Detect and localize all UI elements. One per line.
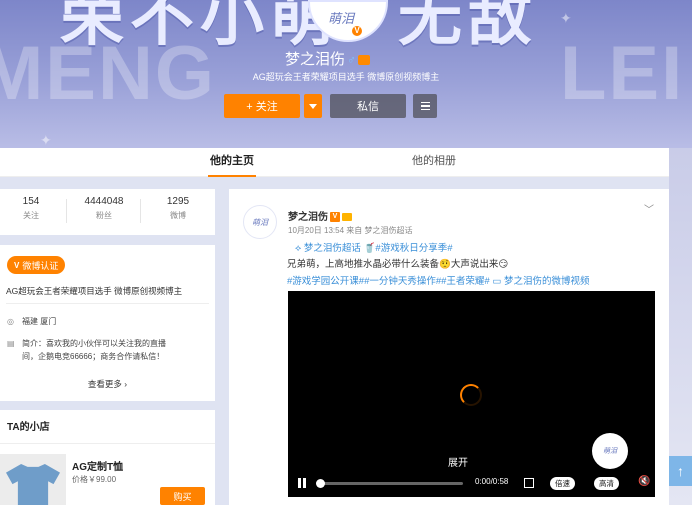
stat-value: 154	[22, 196, 40, 207]
post-author[interactable]: 梦之泪伤 V	[288, 208, 352, 223]
topic-link[interactable]: #游戏秋日分享季#	[375, 243, 452, 254]
stat-following[interactable]: 154 关注	[1, 196, 61, 221]
speed-button[interactable]: 倍速	[550, 477, 575, 490]
post-meta: 10月20日 13:54 来自 梦之泪伤超话	[288, 226, 413, 235]
banner-bg-word-right: LEI	[560, 31, 685, 116]
member-crown-icon	[358, 55, 371, 66]
post-avatar[interactable]: 萌泪	[243, 205, 277, 239]
video-player[interactable]: 展开 萌泪 0:00/0:58 倍速 高清 🔇	[288, 291, 655, 497]
stat-posts[interactable]: 1295 微博	[148, 196, 208, 221]
verified-badge-icon: V	[350, 24, 364, 38]
stat-followers[interactable]: 4444048 粉丝	[74, 196, 134, 221]
shop-title: TA的小店	[7, 422, 50, 433]
divider	[140, 199, 141, 223]
unfold-button[interactable]: 展开	[448, 454, 468, 469]
column-gap	[215, 189, 229, 505]
stat-label: 粉丝	[96, 211, 112, 220]
loading-spinner-icon	[460, 384, 482, 406]
buy-button[interactable]: 购买	[160, 487, 205, 505]
profile-intro: AG超玩会王者荣耀项目选手 微博原创视频博主	[252, 72, 440, 82]
profile-name: 梦之泪伤 ♂	[285, 48, 371, 69]
post-text: 兄弟萌，上高地推水晶必带什么装备🤨大声说出来😏	[287, 259, 509, 270]
male-gender-icon: ♂	[347, 53, 357, 67]
tab-home[interactable]: 他的主页	[208, 148, 256, 177]
product-price: 价格￥99.00	[72, 475, 117, 484]
about-card: V 微博认证 AG超玩会王者荣耀项目选手 微博原创视频博主 ◎ 福建 厦门 ▤ 简…	[0, 245, 215, 401]
arrow-up-icon: ↑	[677, 463, 684, 479]
menu-icon	[420, 101, 430, 104]
supertopic-link[interactable]: 梦之泪伤超话	[304, 243, 361, 254]
stat-value: 4444048	[84, 196, 124, 207]
page-background-strip	[669, 148, 692, 505]
mute-icon[interactable]: 🔇	[638, 476, 650, 487]
post-author-name: 梦之泪伤	[288, 212, 328, 223]
bio-row: ▤ 简介：喜欢我的小伙伴可以关注我的直播 间，企鹅电竞66666；商务合作请私信…	[7, 337, 166, 363]
star-decoration: ✦	[560, 10, 572, 26]
divider	[0, 443, 215, 444]
video-time: 0:00/0:58	[475, 477, 509, 486]
banner-title-right: 无敌	[398, 0, 538, 53]
menu-icon-line	[420, 105, 430, 107]
verification-text: AG超玩会王者荣耀项目选手 微博原创视频博主	[6, 286, 183, 296]
location-pin-icon: ◎	[7, 317, 14, 326]
chevron-down-icon	[309, 103, 317, 109]
stats-card: 154 关注 4444048 粉丝 1295 微博	[0, 189, 215, 235]
weibo-post: 萌泪 梦之泪伤 V 10月20日 13:54 来自 梦之泪伤超话 ﹀ ⟡ 梦之泪伤…	[229, 189, 669, 505]
location-text: 福建 厦门	[22, 317, 57, 326]
tab-album[interactable]: 他的相册	[412, 148, 456, 177]
bio-line: 间，企鹅电竞66666；商务合作请私信！	[22, 352, 165, 361]
video-controls: 0:00/0:58 倍速 高清 🔇	[288, 474, 655, 494]
follow-dropdown-button[interactable]	[304, 94, 322, 118]
supertopic-icon: ⟡	[295, 243, 304, 254]
pause-icon[interactable]	[298, 478, 306, 488]
see-more-link[interactable]: 查看更多 ›	[0, 378, 215, 390]
more-menu-button[interactable]	[413, 94, 437, 118]
stat-value: 1295	[166, 196, 190, 207]
tshirt-image	[6, 464, 60, 505]
scroll-to-top-button[interactable]: ↑	[669, 456, 692, 486]
verified-v-icon: V	[14, 260, 20, 270]
verified-badge: V 微博认证	[7, 256, 66, 274]
shop-card: TA的小店 AG定制T恤 价格￥99.00 购买	[0, 410, 215, 505]
follow-button[interactable]: + 关注	[224, 94, 300, 118]
star-decoration: ✦	[40, 132, 52, 148]
message-button[interactable]: 私信	[330, 94, 406, 118]
verified-badge-label: 微博认证	[22, 260, 59, 271]
edit-icon: ▤	[7, 339, 15, 348]
bio-line: 简介：喜欢我的小伙伴可以关注我的直播	[22, 339, 166, 348]
product-name[interactable]: AG定制T恤	[72, 458, 123, 473]
profile-tabs: 他的主页 他的相册	[0, 148, 669, 177]
profile-name-text: 梦之泪伤	[285, 51, 346, 68]
post-tags[interactable]: #游戏学园公开课##一分钟天秀操作##王者荣耀# ▭ 梦之泪伤的微博视频	[287, 273, 589, 287]
menu-icon-line	[420, 108, 430, 111]
divider	[66, 199, 67, 223]
video-author-avatar[interactable]: 萌泪	[592, 433, 628, 469]
verified-v-icon: V	[330, 212, 340, 223]
divider	[6, 303, 209, 304]
progress-handle[interactable]	[316, 479, 325, 488]
post-topics: ⟡ 梦之泪伤超话 🥤#游戏秋日分享季#	[295, 240, 453, 254]
profile-banner: MENG LEI 荣不小萌 无敌 ✦ ✦ 萌泪 V 梦之泪伤 ♂ AG超玩会王者荣…	[0, 0, 692, 148]
drink-emoji-icon: 🥤	[363, 243, 376, 254]
avatar-signature: 萌泪	[328, 11, 355, 26]
location-row: ◎ 福建 厦门	[7, 315, 56, 328]
video-progress-bar[interactable]	[316, 479, 463, 488]
stat-label: 微博	[170, 211, 186, 220]
product-thumbnail[interactable]	[0, 454, 66, 505]
quality-button[interactable]: 高清	[594, 477, 619, 490]
fullscreen-icon[interactable]	[524, 478, 534, 488]
stat-label: 关注	[23, 211, 39, 220]
chevron-down-icon[interactable]: ﹀	[644, 201, 654, 216]
member-crown-icon	[342, 213, 352, 222]
bio-text: 简介：喜欢我的小伙伴可以关注我的直播 间，企鹅电竞66666；商务合作请私信！	[22, 337, 166, 363]
